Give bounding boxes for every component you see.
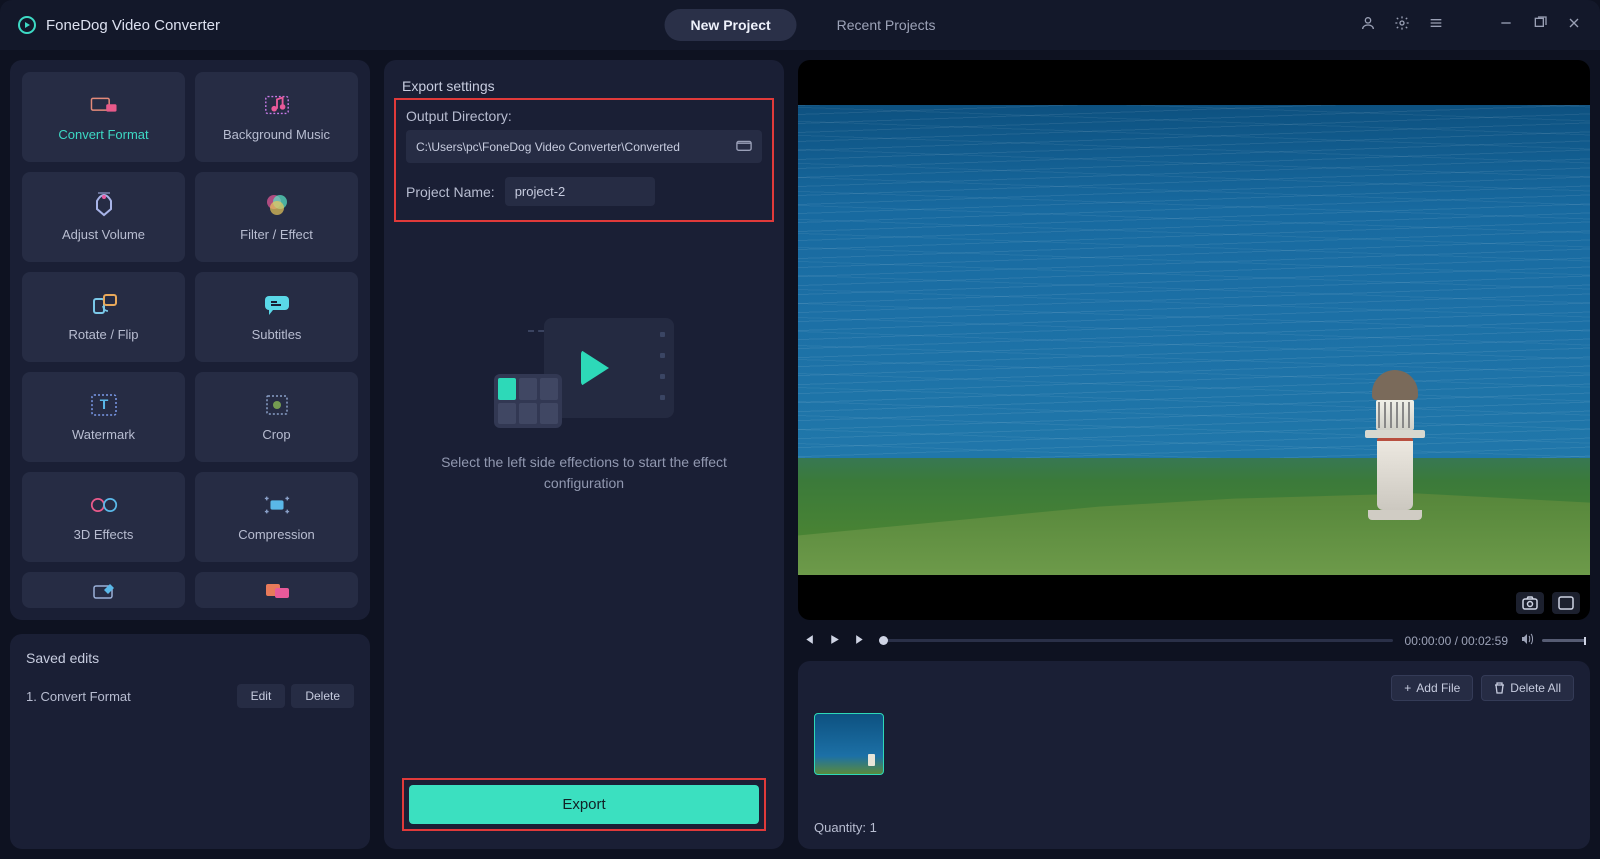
project-name-input[interactable] (505, 177, 655, 206)
tool-label: Convert Format (58, 127, 148, 142)
pencil-icon (90, 578, 118, 602)
quantity-label: Quantity: 1 (814, 820, 1574, 835)
settings-icon[interactable] (1394, 15, 1410, 36)
tool-3d-effects[interactable]: 3D Effects (22, 472, 185, 562)
export-button-highlight: Export (402, 778, 766, 831)
folder-icon[interactable] (736, 138, 752, 155)
logo-icon (18, 16, 36, 34)
fullscreen-button[interactable] (1552, 592, 1580, 614)
rotate-icon (90, 293, 118, 317)
tools-panel: Convert Format Background Music Adjust V… (10, 60, 370, 620)
delete-button[interactable]: Delete (291, 684, 354, 708)
tool-label: Background Music (223, 127, 330, 142)
video-preview (798, 60, 1590, 620)
tool-label: 3D Effects (74, 527, 134, 542)
play-button[interactable] (828, 633, 841, 649)
images-icon (263, 578, 291, 602)
tab-recent-projects[interactable]: Recent Projects (837, 17, 936, 33)
account-icon[interactable] (1360, 15, 1376, 36)
tool-crop[interactable]: Crop (195, 372, 358, 462)
saved-edits-title: Saved edits (26, 650, 354, 666)
3d-icon (90, 493, 118, 517)
volume-icon (90, 193, 118, 217)
tool-rotate-flip[interactable]: Rotate / Flip (22, 272, 185, 362)
saved-edit-row: 1. Convert Format Edit Delete (26, 684, 354, 708)
volume-slider[interactable] (1542, 639, 1586, 642)
delete-all-button[interactable]: Delete All (1481, 675, 1574, 701)
edit-button[interactable]: Edit (237, 684, 286, 708)
app-name: FoneDog Video Converter (46, 17, 220, 34)
tool-convert-format[interactable]: Convert Format (22, 72, 185, 162)
svg-text:T: T (99, 396, 108, 412)
maximize-button[interactable] (1532, 15, 1548, 36)
tool-more-2[interactable] (195, 572, 358, 608)
volume-icon[interactable] (1520, 632, 1534, 649)
lighthouse-graphic (1370, 370, 1420, 520)
filter-icon (263, 193, 291, 217)
tool-label: Subtitles (252, 327, 302, 342)
tab-new-project[interactable]: New Project (665, 9, 797, 41)
window-controls (1360, 15, 1582, 36)
export-settings-title: Export settings (402, 78, 766, 94)
export-settings-panel: Export settings Output Directory: C:\Use… (384, 60, 784, 849)
music-icon (263, 93, 291, 117)
watermark-icon: T (90, 393, 118, 417)
subtitle-icon (263, 293, 291, 317)
tool-label: Watermark (72, 427, 135, 442)
project-tabs: New Project Recent Projects (665, 9, 936, 41)
tool-label: Filter / Effect (240, 227, 313, 242)
tool-label: Compression (238, 527, 315, 542)
tool-background-music[interactable]: Background Music (195, 72, 358, 162)
tool-label: Adjust Volume (62, 227, 145, 242)
tool-adjust-volume[interactable]: Adjust Volume (22, 172, 185, 262)
output-dir-input[interactable]: C:\Users\pc\FoneDog Video Converter\Conv… (406, 130, 762, 163)
files-panel: +Add File Delete All Quantity: 1 (798, 661, 1590, 849)
project-name-label: Project Name: (406, 184, 495, 200)
screenshot-button[interactable] (1516, 592, 1544, 614)
time-display: 00:00:00 / 00:02:59 (1405, 634, 1508, 648)
convert-icon (90, 93, 118, 117)
saved-edit-name: 1. Convert Format (26, 689, 231, 704)
minimize-button[interactable] (1498, 15, 1514, 36)
tool-subtitles[interactable]: Subtitles (195, 272, 358, 362)
tool-label: Rotate / Flip (68, 327, 138, 342)
crop-icon (263, 393, 291, 417)
saved-edits-panel: Saved edits 1. Convert Format Edit Delet… (10, 634, 370, 849)
tool-more-1[interactable] (22, 572, 185, 608)
tool-watermark[interactable]: T Watermark (22, 372, 185, 462)
placeholder-text: Select the left side effections to start… (402, 452, 766, 494)
output-highlight: Output Directory: C:\Users\pc\FoneDog Vi… (394, 98, 774, 222)
export-button[interactable]: Export (409, 785, 759, 824)
tool-compression[interactable]: Compression (195, 472, 358, 562)
player-controls: 00:00:00 / 00:02:59 (798, 632, 1590, 649)
placeholder-graphic (494, 318, 674, 428)
file-thumbnail[interactable] (814, 713, 884, 775)
titlebar: FoneDog Video Converter New Project Rece… (0, 0, 1600, 50)
app-logo: FoneDog Video Converter (18, 16, 220, 34)
output-dir-value: C:\Users\pc\FoneDog Video Converter\Conv… (416, 140, 736, 154)
add-file-button[interactable]: +Add File (1391, 675, 1473, 701)
output-dir-label: Output Directory: (406, 108, 762, 124)
close-button[interactable] (1566, 15, 1582, 36)
effect-placeholder: Select the left side effections to start… (402, 228, 766, 778)
tool-filter-effect[interactable]: Filter / Effect (195, 172, 358, 262)
preview-image (798, 105, 1590, 575)
next-button[interactable] (854, 633, 867, 649)
prev-button[interactable] (802, 633, 815, 649)
menu-icon[interactable] (1428, 15, 1444, 36)
progress-bar[interactable] (879, 639, 1393, 642)
tool-label: Crop (262, 427, 290, 442)
compress-icon (263, 493, 291, 517)
